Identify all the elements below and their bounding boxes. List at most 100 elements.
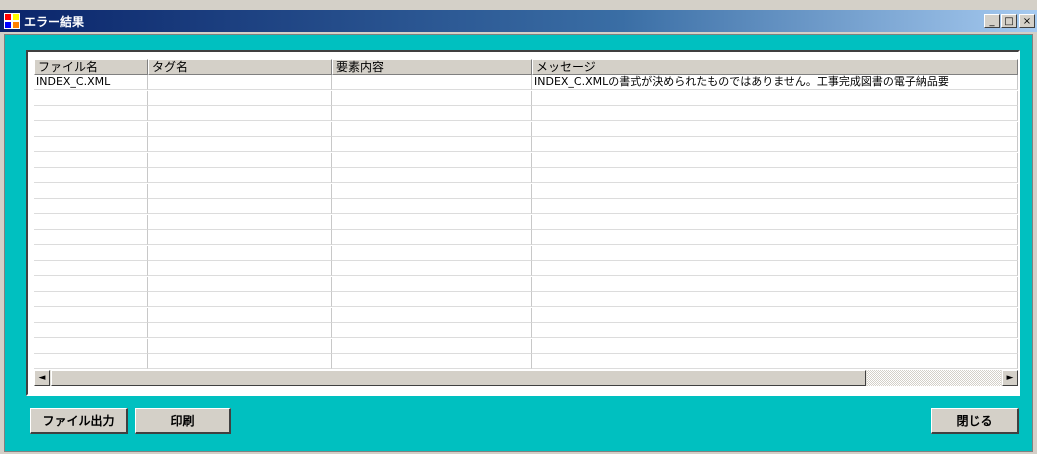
title-bar[interactable]: エラー結果 _ □ × xyxy=(0,10,1037,32)
cell-tag[interactable] xyxy=(148,90,332,106)
cell-element[interactable] xyxy=(332,183,532,199)
cell-tag[interactable] xyxy=(148,245,332,261)
cell-element[interactable] xyxy=(332,75,532,90)
cell-element[interactable] xyxy=(332,323,532,338)
cell-element[interactable] xyxy=(332,354,532,369)
table-row[interactable] xyxy=(34,323,1018,338)
table-row[interactable] xyxy=(34,230,1018,245)
scroll-thumb[interactable] xyxy=(51,370,866,386)
cell-message[interactable] xyxy=(532,90,1018,106)
cell-element[interactable] xyxy=(332,199,532,214)
scroll-left-icon[interactable]: ◄ xyxy=(34,370,50,386)
column-header-filename[interactable]: ファイル名 xyxy=(34,59,148,75)
cell-tag[interactable] xyxy=(148,168,332,183)
cell-filename[interactable] xyxy=(34,323,148,338)
error-grid[interactable]: ファイル名 タグ名 要素内容 メッセージ INDEX_C.XML INDEX_C.… xyxy=(26,50,1020,396)
file-export-button[interactable]: ファイル出力 xyxy=(30,408,128,434)
cell-message[interactable] xyxy=(532,307,1018,323)
table-row[interactable] xyxy=(34,245,1018,261)
cell-filename[interactable] xyxy=(34,106,148,121)
cell-tag[interactable] xyxy=(148,214,332,230)
cell-filename[interactable] xyxy=(34,121,148,137)
cell-element[interactable] xyxy=(332,121,532,137)
cell-message[interactable] xyxy=(532,106,1018,121)
cell-tag[interactable] xyxy=(148,152,332,168)
table-row[interactable] xyxy=(34,90,1018,106)
table-row[interactable] xyxy=(34,152,1018,168)
close-window-button[interactable]: × xyxy=(1019,14,1035,28)
cell-tag[interactable] xyxy=(148,183,332,199)
cell-filename[interactable] xyxy=(34,199,148,214)
cell-element[interactable] xyxy=(332,245,532,261)
cell-tag[interactable] xyxy=(148,292,332,307)
cell-filename[interactable] xyxy=(34,168,148,183)
cell-message[interactable] xyxy=(532,261,1018,276)
cell-message[interactable] xyxy=(532,338,1018,354)
cell-filename[interactable] xyxy=(34,307,148,323)
cell-filename[interactable] xyxy=(34,354,148,369)
table-row[interactable] xyxy=(34,168,1018,183)
table-row[interactable] xyxy=(34,199,1018,214)
cell-tag[interactable] xyxy=(148,323,332,338)
maximize-button[interactable]: □ xyxy=(1001,14,1017,28)
table-row[interactable]: INDEX_C.XML INDEX_C.XMLの書式が決められたものではありません… xyxy=(34,75,1018,90)
cell-element[interactable] xyxy=(332,230,532,245)
cell-filename[interactable] xyxy=(34,183,148,199)
minimize-button[interactable]: _ xyxy=(984,14,1000,28)
cell-element[interactable] xyxy=(332,261,532,276)
cell-message[interactable] xyxy=(532,168,1018,183)
cell-element[interactable] xyxy=(332,152,532,168)
table-row[interactable] xyxy=(34,307,1018,323)
cell-filename[interactable] xyxy=(34,230,148,245)
cell-message[interactable] xyxy=(532,199,1018,214)
cell-tag[interactable] xyxy=(148,106,332,121)
cell-tag[interactable] xyxy=(148,354,332,369)
table-row[interactable] xyxy=(34,214,1018,230)
cell-tag[interactable] xyxy=(148,75,332,90)
table-row[interactable] xyxy=(34,106,1018,121)
cell-element[interactable] xyxy=(332,137,532,152)
cell-message[interactable] xyxy=(532,276,1018,292)
cell-message[interactable] xyxy=(532,214,1018,230)
cell-message[interactable] xyxy=(532,230,1018,245)
horizontal-scrollbar[interactable]: ◄ ► xyxy=(34,370,1018,386)
table-row[interactable] xyxy=(34,137,1018,152)
cell-filename[interactable] xyxy=(34,137,148,152)
close-button[interactable]: 閉じる xyxy=(931,408,1019,434)
cell-tag[interactable] xyxy=(148,338,332,354)
cell-filename[interactable] xyxy=(34,245,148,261)
cell-filename[interactable] xyxy=(34,292,148,307)
cell-element[interactable] xyxy=(332,307,532,323)
cell-filename[interactable] xyxy=(34,276,148,292)
cell-message[interactable] xyxy=(532,354,1018,369)
cell-element[interactable] xyxy=(332,338,532,354)
cell-message[interactable] xyxy=(532,292,1018,307)
cell-element[interactable] xyxy=(332,106,532,121)
scroll-right-icon[interactable]: ► xyxy=(1002,370,1018,386)
table-row[interactable] xyxy=(34,121,1018,137)
cell-message[interactable] xyxy=(532,323,1018,338)
print-button[interactable]: 印刷 xyxy=(135,408,231,434)
cell-element[interactable] xyxy=(332,214,532,230)
cell-filename[interactable]: INDEX_C.XML xyxy=(34,75,148,90)
cell-message[interactable]: INDEX_C.XMLの書式が決められたものではありません。工事完成図書の電子納… xyxy=(532,75,1018,90)
cell-element[interactable] xyxy=(332,90,532,106)
cell-tag[interactable] xyxy=(148,261,332,276)
table-row[interactable] xyxy=(34,276,1018,292)
cell-filename[interactable] xyxy=(34,90,148,106)
cell-filename[interactable] xyxy=(34,338,148,354)
column-header-element[interactable]: 要素内容 xyxy=(332,59,532,75)
cell-tag[interactable] xyxy=(148,276,332,292)
cell-filename[interactable] xyxy=(34,152,148,168)
cell-message[interactable] xyxy=(532,152,1018,168)
cell-message[interactable] xyxy=(532,121,1018,137)
cell-message[interactable] xyxy=(532,137,1018,152)
table-row[interactable] xyxy=(34,354,1018,369)
table-row[interactable] xyxy=(34,338,1018,354)
table-row[interactable] xyxy=(34,183,1018,199)
cell-filename[interactable] xyxy=(34,261,148,276)
cell-element[interactable] xyxy=(332,276,532,292)
cell-filename[interactable] xyxy=(34,214,148,230)
cell-tag[interactable] xyxy=(148,121,332,137)
column-header-message[interactable]: メッセージ xyxy=(532,59,1018,75)
